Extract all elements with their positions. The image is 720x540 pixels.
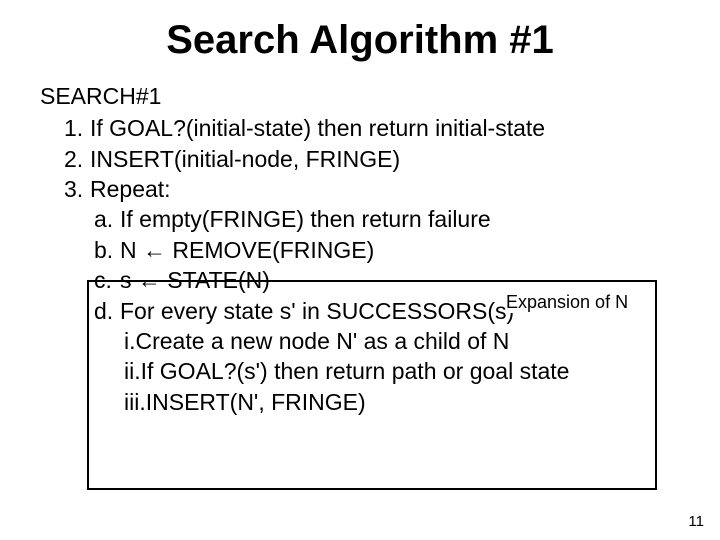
step-3b-text: N ← REMOVE(FRINGE) — [120, 237, 374, 263]
step-3-number: 3. — [64, 174, 90, 204]
step-2-text: INSERT(initial-node, FRINGE) — [90, 146, 400, 172]
step-3b-number: b. — [94, 235, 120, 265]
step-3b: b.N ← REMOVE(FRINGE) — [94, 235, 680, 265]
algorithm-name: SEARCH#1 — [40, 81, 680, 111]
step-1: 1.If GOAL?(initial-state) then return in… — [64, 113, 680, 143]
page-number: 11 — [688, 513, 704, 530]
slide-title: Search Algorithm #1 — [40, 18, 680, 63]
slide: Search Algorithm #1 SEARCH#1 1.If GOAL?(… — [0, 0, 720, 540]
failure-word: failure — [428, 206, 491, 232]
step-2: 2.INSERT(initial-node, FRINGE) — [64, 144, 680, 174]
expansion-annotation: Expansion of N — [506, 292, 628, 313]
step-1-number: 1. — [64, 113, 90, 143]
step-3-text: Repeat: — [90, 176, 171, 202]
step-3a-text: If empty(FRINGE) then return — [120, 206, 428, 232]
step-3a: a.If empty(FRINGE) then return failure — [94, 204, 680, 234]
step-1-text: If GOAL?(initial-state) then return init… — [90, 115, 545, 141]
step-3: 3.Repeat: — [64, 174, 680, 204]
step-2-number: 2. — [64, 144, 90, 174]
step-3a-number: a. — [94, 204, 120, 234]
